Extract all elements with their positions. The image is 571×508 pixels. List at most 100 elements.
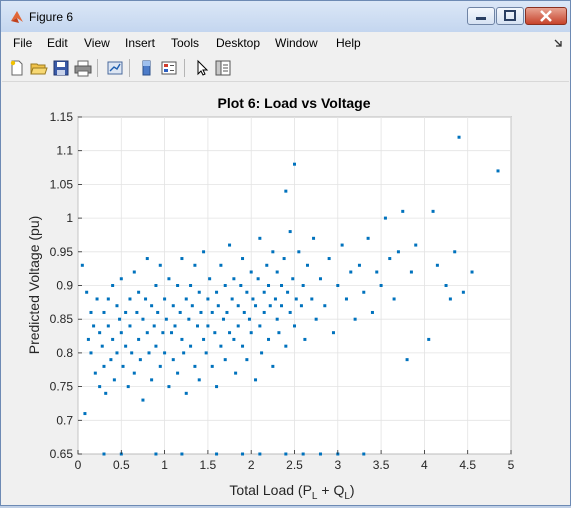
scatter-point xyxy=(176,371,180,375)
minimize-button[interactable] xyxy=(467,7,495,25)
scatter-point xyxy=(154,452,158,456)
scatter-point xyxy=(262,310,266,314)
scatter-point xyxy=(392,297,396,301)
scatter-point xyxy=(197,290,201,294)
y-tick-label: 0.9 xyxy=(56,279,73,293)
print-icon[interactable] xyxy=(74,59,92,77)
menu-desktop[interactable]: Desktop xyxy=(216,36,260,50)
scatter-point xyxy=(124,310,128,314)
toolbar-separator xyxy=(184,59,185,77)
scatter-point xyxy=(85,290,89,294)
scatter-point xyxy=(258,452,262,456)
scatter-point xyxy=(448,297,452,301)
scatter-point xyxy=(109,358,113,362)
scatter-point xyxy=(180,452,184,456)
scatter-point xyxy=(366,236,370,240)
scatter-point xyxy=(284,189,288,193)
scatter-point xyxy=(409,270,413,274)
figure-window: Figure 6 File Edit View Insert Tools Des… xyxy=(0,0,571,506)
scatter-point xyxy=(197,378,201,382)
scatter-point xyxy=(128,297,132,301)
scatter-point xyxy=(210,310,214,314)
scatter-point xyxy=(144,297,148,301)
insert-colorbar-icon[interactable] xyxy=(138,59,156,77)
scatter-point xyxy=(314,317,318,321)
scatter-point xyxy=(396,250,400,254)
scatter-point xyxy=(249,331,253,335)
x-tick-label: 0 xyxy=(75,458,82,472)
scatter-point xyxy=(271,250,275,254)
scatter-point xyxy=(187,317,191,321)
dock-arrow-icon[interactable] xyxy=(553,38,563,48)
scatter-point xyxy=(312,236,316,240)
scatter-point xyxy=(310,297,314,301)
scatter-point xyxy=(182,351,186,355)
menu-tools[interactable]: Tools xyxy=(171,36,199,50)
y-axis-label: Predicted Voltage (pu) xyxy=(26,216,42,355)
scatter-plot[interactable]: Plot 6: Load vs Voltage 0 0.5 1 1.5 2 2.5 3 3.5… xyxy=(4,85,567,503)
x-tick-label: 1 xyxy=(161,458,168,472)
scatter-point xyxy=(232,337,236,341)
scatter-point xyxy=(163,297,167,301)
scatter-point xyxy=(132,270,136,274)
scatter-point xyxy=(150,304,154,308)
scatter-point xyxy=(245,290,249,294)
menu-file[interactable]: File xyxy=(13,36,32,50)
scatter-point xyxy=(80,263,84,267)
close-button[interactable] xyxy=(525,7,567,25)
scatter-point xyxy=(115,351,119,355)
scatter-point xyxy=(219,263,223,267)
open-file-icon[interactable] xyxy=(30,59,48,77)
menu-insert[interactable]: Insert xyxy=(125,36,155,50)
scatter-point xyxy=(258,324,262,328)
x-tick-label: 4.5 xyxy=(459,458,476,472)
menu-edit[interactable]: Edit xyxy=(47,36,68,50)
scatter-point xyxy=(137,290,141,294)
scatter-point xyxy=(202,250,206,254)
title-bar[interactable]: Figure 6 xyxy=(1,1,570,32)
scatter-point xyxy=(223,358,227,362)
scatter-point xyxy=(213,331,217,335)
scatter-point xyxy=(189,284,193,287)
scatter-point xyxy=(111,284,115,287)
menu-help[interactable]: Help xyxy=(336,36,361,50)
link-plot-icon[interactable] xyxy=(106,59,124,77)
toolbar xyxy=(2,55,569,82)
scatter-point xyxy=(294,297,298,301)
scatter-point xyxy=(193,364,197,368)
scatter-point xyxy=(176,284,180,287)
maximize-button[interactable] xyxy=(496,7,524,25)
scatter-point xyxy=(124,344,128,348)
scatter-point xyxy=(288,230,292,234)
scatter-point xyxy=(158,364,162,368)
scatter-point xyxy=(154,344,158,348)
insert-legend-icon[interactable] xyxy=(160,59,178,77)
scatter-point xyxy=(196,324,200,328)
scatter-point xyxy=(427,337,431,341)
scatter-point xyxy=(121,364,125,368)
scatter-point xyxy=(362,290,366,294)
new-figure-icon[interactable] xyxy=(8,59,26,77)
save-icon[interactable] xyxy=(52,59,70,77)
scatter-point xyxy=(327,257,331,261)
scatter-point xyxy=(206,324,210,328)
scatter-point xyxy=(284,344,288,348)
edit-plot-icon[interactable] xyxy=(193,59,211,77)
toolbar-separator xyxy=(129,59,130,77)
scatter-point xyxy=(331,331,335,335)
scatter-point xyxy=(161,331,165,335)
property-inspector-icon[interactable] xyxy=(214,59,232,77)
scatter-point xyxy=(141,398,145,402)
x-tick-label: 1.5 xyxy=(200,458,217,472)
scatter-point xyxy=(318,452,322,456)
menu-window[interactable]: Window xyxy=(275,36,318,50)
scatter-point xyxy=(299,304,303,308)
scatter-point xyxy=(303,337,307,341)
scatter-point xyxy=(98,385,102,389)
scatter-point xyxy=(265,263,269,267)
scatter-point xyxy=(232,277,236,281)
scatter-point xyxy=(145,331,149,335)
scatter-point xyxy=(254,304,258,308)
scatter-point xyxy=(297,250,301,254)
menu-view[interactable]: View xyxy=(84,36,110,50)
